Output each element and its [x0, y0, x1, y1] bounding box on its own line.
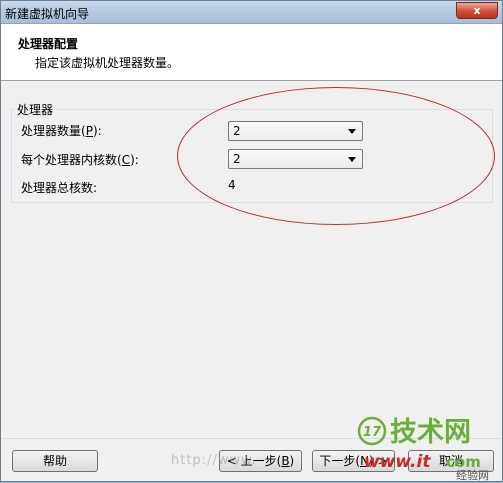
processor-count-label: 处理器数量(P):	[21, 124, 102, 138]
processor-count-select[interactable]: 2	[228, 121, 363, 141]
cancel-button[interactable]: 取消	[408, 450, 494, 472]
back-button[interactable]: < 上一步(B)	[219, 450, 302, 472]
close-button[interactable]: x	[456, 2, 498, 19]
help-button[interactable]: 帮助	[12, 450, 98, 472]
page-subtitle: 指定该虚拟机处理器数量。	[35, 56, 180, 70]
wizard-header: 处理器配置 指定该虚拟机处理器数量。	[1, 24, 502, 81]
cores-per-processor-value: 2	[233, 152, 241, 166]
total-cores-value: 4	[228, 178, 236, 192]
chevron-down-icon	[348, 129, 356, 134]
close-icon: x	[473, 4, 481, 17]
page-title: 处理器配置	[18, 37, 79, 51]
title-bar: 新建虚拟机向导 x	[1, 1, 502, 24]
chevron-down-icon	[348, 157, 356, 162]
next-button[interactable]: 下一步(N) >	[312, 450, 395, 472]
window-title: 新建虚拟机向导	[5, 7, 90, 21]
processor-count-value: 2	[233, 124, 241, 138]
new-vm-wizard-window: 新建虚拟机向导 x 处理器配置 指定该虚拟机处理器数量。 处理器 处理器数量(P…	[0, 0, 503, 482]
footer-divider	[1, 438, 502, 439]
processor-group-title: 处理器	[15, 101, 56, 118]
watermark-logo-cn: 技术网	[390, 417, 471, 448]
cores-per-processor-label: 每个处理器内核数(C):	[21, 153, 139, 167]
cores-per-processor-select[interactable]: 2	[228, 149, 363, 169]
watermark-logo-ring	[357, 416, 387, 446]
total-cores-label: 处理器总核数:	[21, 181, 98, 195]
